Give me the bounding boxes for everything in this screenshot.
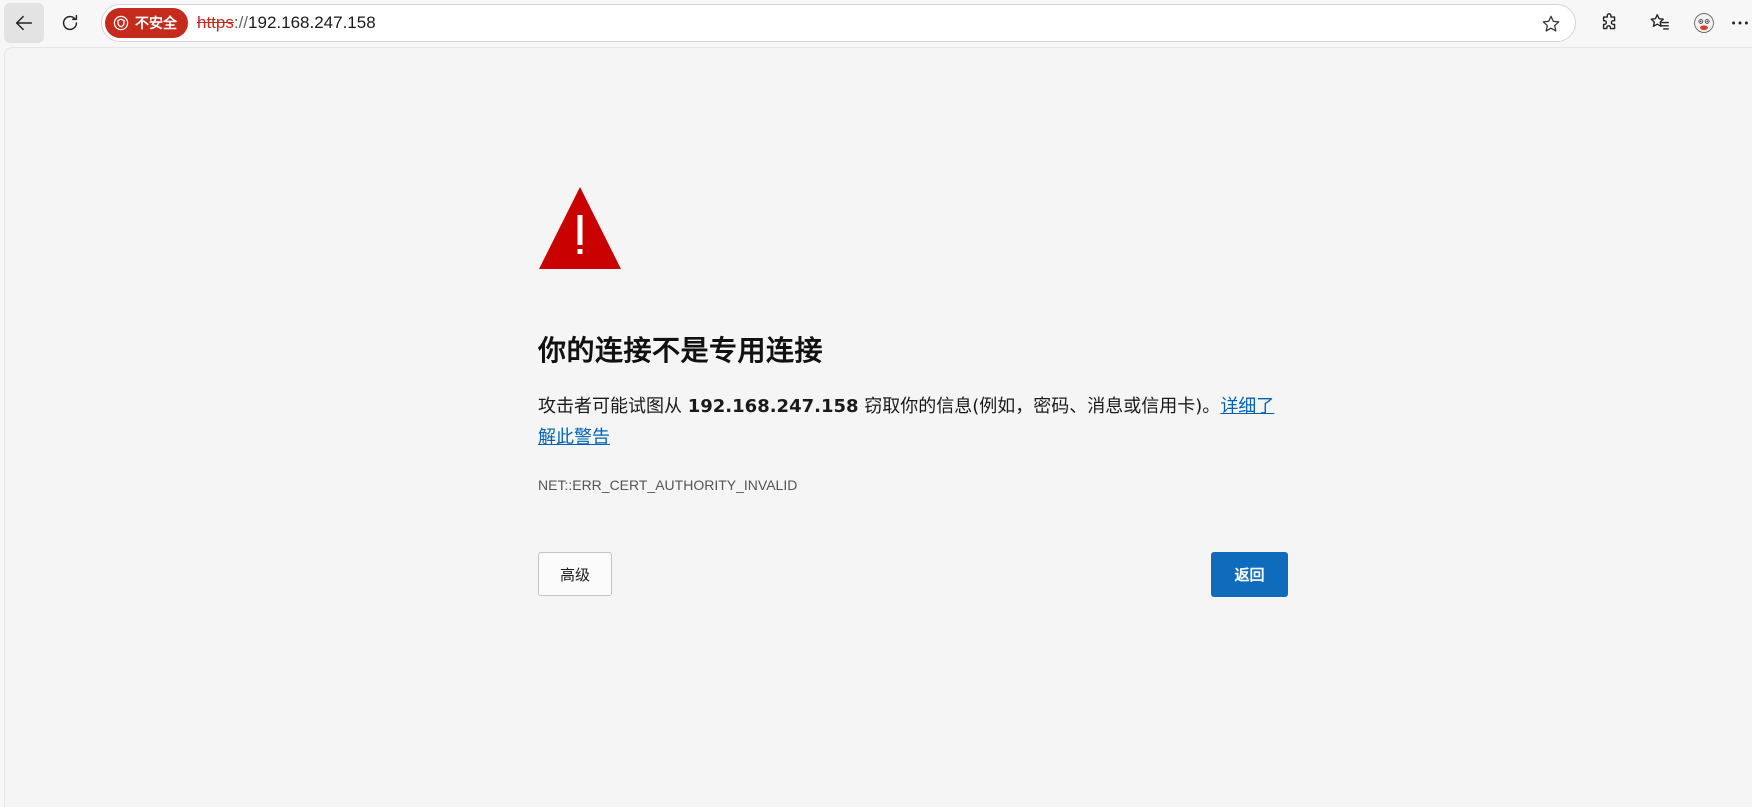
reload-icon [62, 14, 78, 31]
description-prefix: 攻击者可能试图从 [538, 396, 688, 417]
warning-description: 攻击者可能试图从 192.168.247.158 窃取你的信息(例如，密码、消息… [538, 391, 1278, 453]
description-host: 192.168.247.158 [687, 396, 859, 417]
extensions-button[interactable] [1590, 3, 1630, 43]
back-button[interactable] [4, 3, 44, 43]
star-icon [1542, 15, 1560, 32]
back-to-safety-button[interactable]: 返回 [1211, 552, 1288, 597]
error-code: NET::ERR_CERT_AUTHORITY_INVALID [538, 477, 798, 493]
more-icon [1732, 21, 1748, 25]
reload-button[interactable] [50, 3, 90, 43]
interstitial-main: 你的连接不是专用连接 攻击者可能试图从 192.168.247.158 窃取你的… [538, 185, 1288, 493]
warning-triangle-icon [539, 187, 621, 269]
url-text[interactable]: https://192.168.247.158 [197, 13, 376, 33]
favorites-button[interactable] [1640, 3, 1680, 43]
more-options-button[interactable] [1728, 3, 1752, 43]
profile-avatar-icon [1694, 13, 1714, 33]
favorites-list-icon [1650, 14, 1669, 30]
browser-toolbar: 不安全 https://192.168.247.158 [0, 0, 1752, 46]
add-favorite-button[interactable] [1537, 10, 1565, 38]
url-scheme: https [197, 13, 234, 32]
page-title: 你的连接不是专用连接 [538, 334, 824, 367]
security-label: 不安全 [135, 16, 177, 32]
advanced-button[interactable]: 高级 [538, 552, 612, 596]
not-secure-badge[interactable]: 不安全 [105, 8, 188, 38]
description-suffix: 窃取你的信息(例如，密码、消息或信用卡)。 [858, 396, 1221, 417]
puzzle-icon [1602, 13, 1616, 30]
url-separator: :// [233, 13, 249, 32]
avatar[interactable] [1684, 3, 1724, 43]
address-bar[interactable]: 不安全 https://192.168.247.158 [101, 4, 1576, 42]
url-host: 192.168.247.158 [248, 13, 376, 32]
shield-warning-icon [113, 15, 129, 31]
back-arrow-icon [15, 15, 33, 31]
